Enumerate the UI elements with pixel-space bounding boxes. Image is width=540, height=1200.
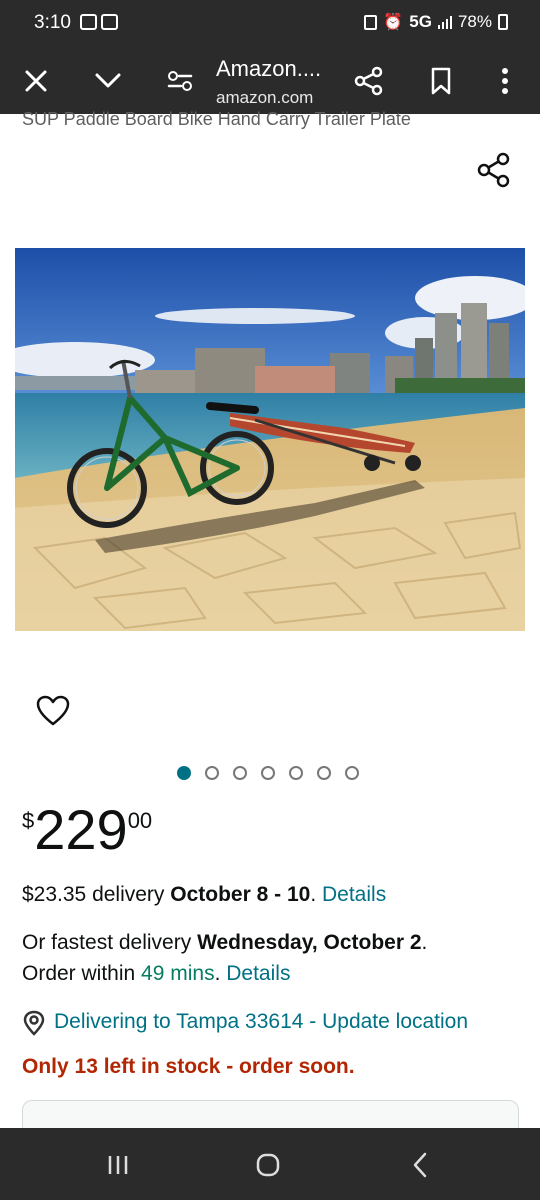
status-bar: 3:10 ⏰ 5G 78% bbox=[0, 0, 540, 48]
carousel-dot[interactable] bbox=[233, 766, 247, 780]
back-icon[interactable] bbox=[400, 1150, 440, 1180]
carousel-dot[interactable] bbox=[261, 766, 275, 780]
price: $ 229 00 bbox=[22, 800, 152, 860]
product-image[interactable] bbox=[15, 248, 525, 631]
recent-apps-icon[interactable] bbox=[98, 1150, 138, 1180]
signal-icon bbox=[437, 15, 452, 29]
delivery-details-link[interactable]: Details bbox=[322, 883, 386, 906]
chevron-down-icon[interactable] bbox=[90, 63, 126, 99]
carousel-dot[interactable] bbox=[205, 766, 219, 780]
site-settings-icon[interactable] bbox=[162, 63, 198, 99]
carousel-dot[interactable] bbox=[289, 766, 303, 780]
status-time: 3:10 bbox=[34, 12, 71, 33]
network-type: 5G bbox=[409, 12, 432, 31]
fastest-date: Wednesday, October 2 bbox=[197, 931, 422, 954]
more-options-icon[interactable] bbox=[487, 63, 523, 99]
delivery-location-link[interactable]: Delivering to Tampa 33614 - Update locat… bbox=[54, 1010, 468, 1034]
price-symbol: $ bbox=[22, 808, 35, 833]
delivery-line: $23.35 delivery October 8 - 10. Details bbox=[22, 883, 386, 907]
system-nav-bar bbox=[0, 1128, 540, 1200]
delivery-cost: $23.35 delivery bbox=[22, 883, 171, 906]
alarm-icon: ⏰ bbox=[383, 14, 404, 31]
order-within-line: Order within 49 mins. Details bbox=[22, 962, 290, 986]
fastest-prefix: Or fastest delivery bbox=[22, 931, 198, 954]
lock-icon bbox=[364, 14, 378, 30]
order-countdown: 49 mins bbox=[141, 962, 215, 985]
carousel-dot[interactable] bbox=[177, 766, 191, 780]
order-within-label: Order within bbox=[22, 962, 142, 985]
close-icon[interactable] bbox=[18, 63, 54, 99]
delivery-dates: October 8 - 10 bbox=[170, 883, 311, 906]
voicemail-icon bbox=[80, 14, 97, 30]
price-whole: 229 bbox=[34, 798, 128, 861]
price-fraction: 00 bbox=[127, 808, 153, 833]
order-period: . bbox=[214, 962, 227, 985]
share-icon[interactable] bbox=[351, 63, 387, 99]
heart-icon[interactable] bbox=[36, 695, 70, 727]
battery-icon bbox=[498, 14, 508, 30]
carousel-dot[interactable] bbox=[317, 766, 331, 780]
fastest-details-link[interactable]: Details bbox=[226, 962, 290, 985]
status-indicators: ⏰ 5G 78% bbox=[364, 12, 508, 32]
browser-toolbar: Amazon.... amazon.com bbox=[0, 48, 540, 114]
page-domain[interactable]: amazon.com bbox=[216, 88, 313, 108]
share-icon[interactable] bbox=[476, 152, 512, 188]
bookmark-icon[interactable] bbox=[423, 63, 459, 99]
carousel-dot[interactable] bbox=[345, 766, 359, 780]
battery-level: 78% bbox=[457, 12, 492, 31]
home-icon[interactable] bbox=[248, 1150, 288, 1180]
location-pin-icon[interactable] bbox=[22, 1010, 46, 1036]
fastest-delivery-line: Or fastest delivery Wednesday, October 2… bbox=[22, 931, 427, 955]
notification-icons bbox=[80, 14, 118, 30]
gallery-icon bbox=[101, 14, 118, 30]
product-title: SUP Paddle Board Bike Hand Carry Trailer… bbox=[22, 109, 411, 129]
stock-status: Only 13 left in stock - order soon. bbox=[22, 1055, 355, 1078]
carousel-indicator bbox=[177, 766, 359, 780]
fastest-period: . bbox=[421, 931, 428, 954]
page-title[interactable]: Amazon.... bbox=[216, 56, 321, 82]
delivery-period: . bbox=[310, 883, 322, 906]
